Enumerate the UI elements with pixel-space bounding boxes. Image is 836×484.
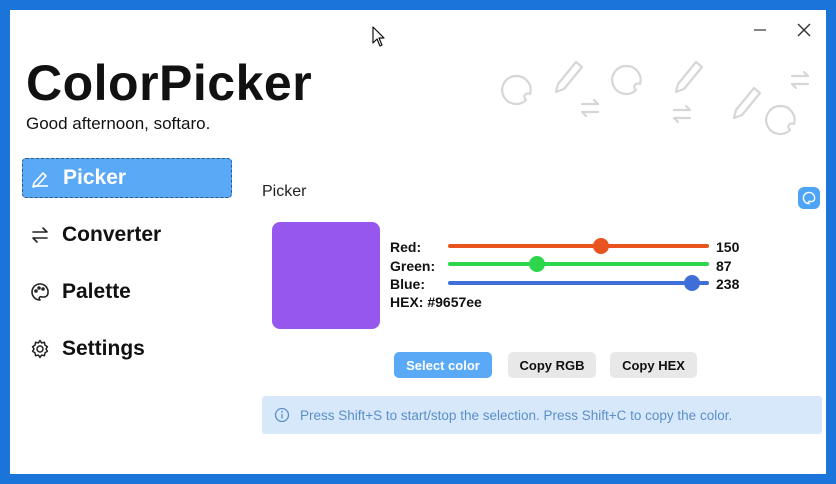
blue-slider-track xyxy=(448,281,709,285)
red-slider-thumb[interactable] xyxy=(593,238,610,254)
red-slider-track xyxy=(448,244,709,248)
swap-arrows-icon xyxy=(30,225,50,245)
copy-rgb-button[interactable]: Copy RGB xyxy=(508,352,596,378)
info-icon xyxy=(274,407,290,423)
sidebar-item-label: Picker xyxy=(63,166,127,189)
sidebar-item-label: Converter xyxy=(62,223,162,246)
decorative-doodles xyxy=(501,60,810,136)
blue-value: 238 xyxy=(716,276,740,292)
minimize-icon xyxy=(754,29,766,31)
help-button[interactable] xyxy=(798,187,820,209)
green-slider-thumb[interactable] xyxy=(529,256,545,272)
green-slider-track xyxy=(448,262,709,266)
sidebar-item-label: Settings xyxy=(62,337,145,360)
gear-icon xyxy=(30,339,50,359)
section-title: Picker xyxy=(262,183,307,200)
green-label: Green: xyxy=(390,258,436,274)
palette-icon xyxy=(802,191,816,205)
sidebar-item-picker[interactable]: Picker xyxy=(22,158,232,198)
red-slider[interactable] xyxy=(448,238,709,254)
sidebar-item-palette[interactable]: Palette xyxy=(22,272,232,312)
copy-hex-button[interactable]: Copy HEX xyxy=(610,352,697,378)
info-bar: Press Shift+S to start/stop the selectio… xyxy=(262,396,822,434)
blue-slider[interactable] xyxy=(448,275,709,291)
palette-icon xyxy=(30,282,50,302)
pencil-icon xyxy=(31,168,51,188)
hex-value: HEX: #9657ee xyxy=(390,294,482,310)
sidebar-item-label: Palette xyxy=(62,280,131,303)
select-color-button[interactable]: Select color xyxy=(394,352,492,378)
info-text: Press Shift+S to start/stop the selectio… xyxy=(300,407,733,423)
color-preview-swatch xyxy=(272,222,380,329)
blue-label: Blue: xyxy=(390,276,425,292)
green-value: 87 xyxy=(716,258,732,274)
sidebar-item-settings[interactable]: Settings xyxy=(22,329,232,369)
greeting-text: Good afternoon, softaro. xyxy=(26,114,211,133)
red-value: 150 xyxy=(716,239,740,255)
blue-slider-thumb[interactable] xyxy=(683,275,700,291)
mouse-cursor-icon xyxy=(372,26,385,47)
green-slider[interactable] xyxy=(448,256,709,272)
app-title: ColorPicker xyxy=(26,55,313,111)
sidebar-item-converter[interactable]: Converter xyxy=(22,215,232,255)
minimize-button[interactable] xyxy=(742,18,778,42)
close-button[interactable] xyxy=(786,18,822,42)
close-icon xyxy=(797,23,811,37)
app-window: ColorPicker Good afternoon, softaro. Pic… xyxy=(10,10,826,474)
red-label: Red: xyxy=(390,239,422,255)
